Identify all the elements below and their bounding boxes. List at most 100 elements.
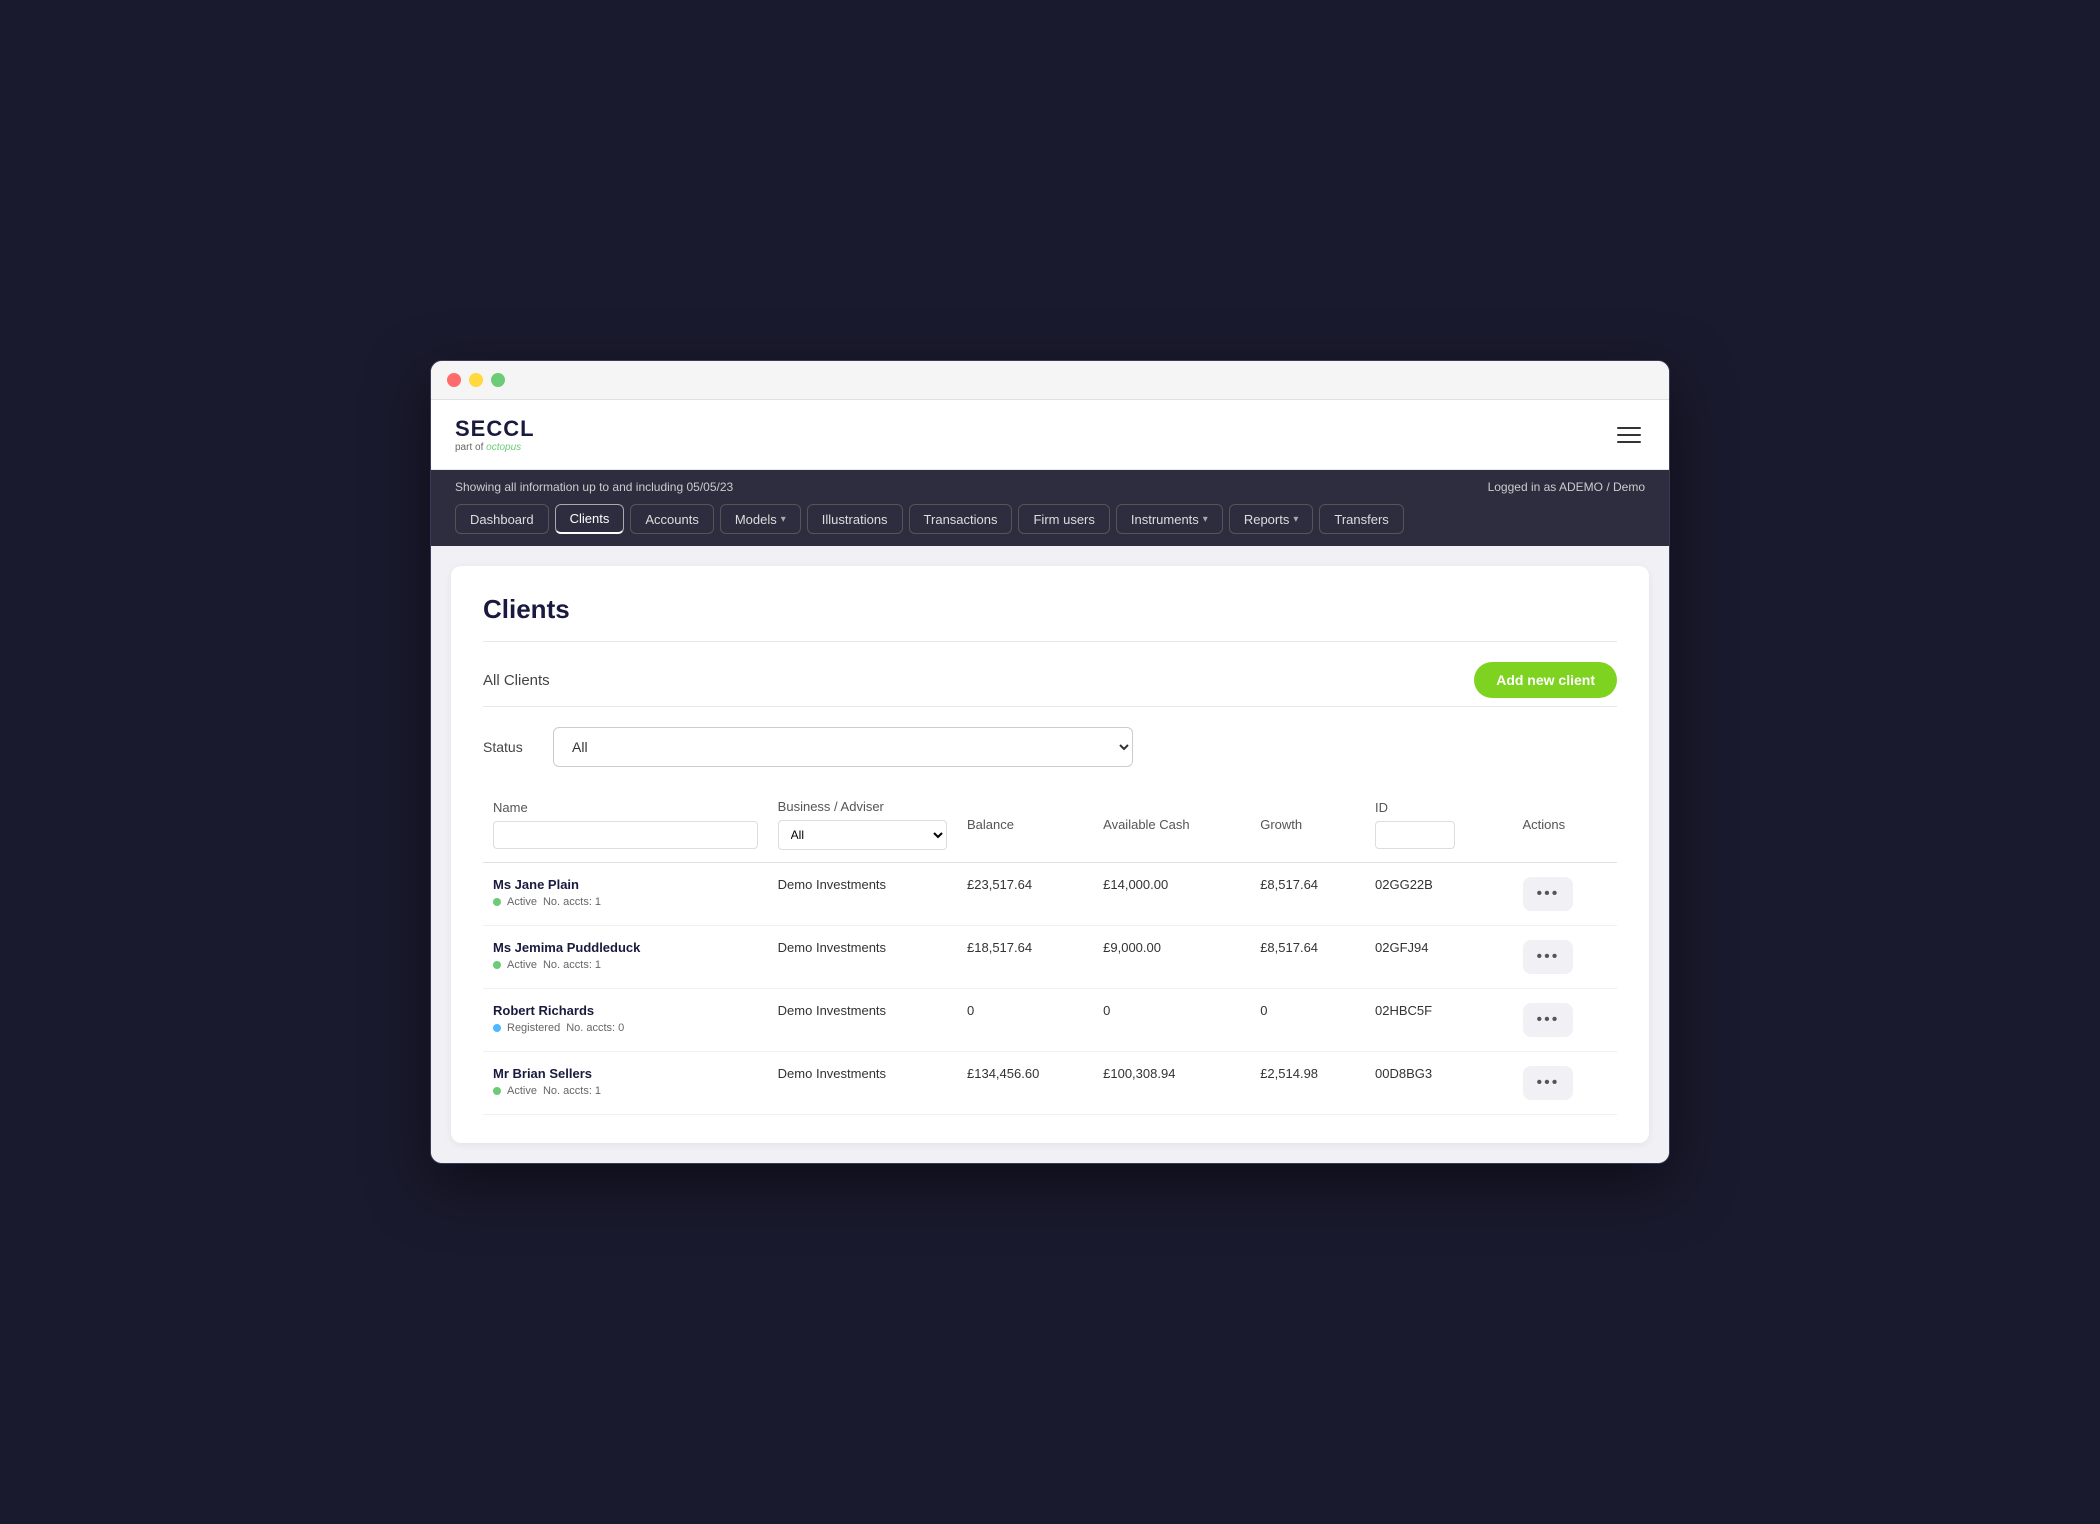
logo: SECCL part of octopus xyxy=(455,416,535,453)
actions-button[interactable]: ••• xyxy=(1523,1003,1574,1037)
cell-available-cash: £9,000.00 xyxy=(1093,926,1250,989)
status-dot xyxy=(493,898,501,906)
clients-card: Clients All Clients Add new client Statu… xyxy=(451,566,1649,1143)
nav-dashboard[interactable]: Dashboard xyxy=(455,504,549,534)
client-name-text: Mr Brian Sellers xyxy=(493,1066,758,1081)
hamburger-line xyxy=(1617,434,1641,436)
client-meta: Active No. accts: 1 xyxy=(493,896,758,908)
client-status: Active xyxy=(507,1085,537,1097)
section-label: All Clients xyxy=(483,672,550,689)
actions-button[interactable]: ••• xyxy=(1523,940,1574,974)
adviser-filter-select[interactable]: All xyxy=(778,820,947,850)
close-button[interactable] xyxy=(447,373,461,387)
card-header-row: All Clients Add new client xyxy=(483,662,1617,698)
divider2 xyxy=(483,706,1617,707)
cell-growth: £2,514.98 xyxy=(1250,1052,1365,1115)
hamburger-line xyxy=(1617,427,1641,429)
main-content: Clients All Clients Add new client Statu… xyxy=(431,546,1669,1163)
topbar-user: Logged in as ADEMO / Demo xyxy=(1488,480,1645,494)
cell-growth: £8,517.64 xyxy=(1250,926,1365,989)
col-adviser-label: Business / Adviser xyxy=(778,799,884,814)
maximize-button[interactable] xyxy=(491,373,505,387)
minimize-button[interactable] xyxy=(469,373,483,387)
nav-firm-users[interactable]: Firm users xyxy=(1018,504,1109,534)
actions-button[interactable]: ••• xyxy=(1523,1066,1574,1100)
cell-id: 00D8BG3 xyxy=(1365,1052,1513,1115)
nav-accounts[interactable]: Accounts xyxy=(630,504,713,534)
client-meta: Active No. accts: 1 xyxy=(493,1085,758,1097)
id-filter-input[interactable] xyxy=(1375,821,1455,849)
cell-available-cash: 0 xyxy=(1093,989,1250,1052)
clients-tbody: Ms Jane Plain Active No. accts: 1 Demo I… xyxy=(483,863,1617,1115)
client-name-text: Ms Jemima Puddleduck xyxy=(493,940,758,955)
chevron-down-icon: ▾ xyxy=(781,514,786,525)
actions-button[interactable]: ••• xyxy=(1523,877,1574,911)
app-header: SECCL part of octopus xyxy=(431,400,1669,470)
name-filter-input[interactable] xyxy=(493,821,758,849)
divider xyxy=(483,641,1617,642)
nav-instruments[interactable]: Instruments ▾ xyxy=(1116,504,1223,534)
col-available-cash: Available Cash xyxy=(1093,787,1250,863)
main-nav: Dashboard Clients Accounts Models ▾ Illu… xyxy=(431,504,1669,546)
nav-transactions[interactable]: Transactions xyxy=(909,504,1013,534)
cell-balance: £23,517.64 xyxy=(957,863,1093,926)
logo-brand: octopus xyxy=(486,442,521,453)
cell-growth: 0 xyxy=(1250,989,1365,1052)
cell-name: Mr Brian Sellers Active No. accts: 1 xyxy=(483,1052,768,1115)
logo-sub: part of octopus xyxy=(455,442,535,453)
table-row: Ms Jemima Puddleduck Active No. accts: 1… xyxy=(483,926,1617,989)
col-balance: Balance xyxy=(957,787,1093,863)
chevron-down-icon: ▾ xyxy=(1203,514,1208,525)
status-filter-select[interactable]: All Active Registered Inactive xyxy=(553,727,1133,767)
col-growth: Growth xyxy=(1250,787,1365,863)
col-name: Name xyxy=(483,787,768,863)
cell-adviser: Demo Investments xyxy=(768,926,957,989)
client-name-text: Robert Richards xyxy=(493,1003,758,1018)
nav-clients[interactable]: Clients xyxy=(555,504,625,534)
nav-models[interactable]: Models ▾ xyxy=(720,504,801,534)
page-title: Clients xyxy=(483,594,1617,625)
nav-reports[interactable]: Reports ▾ xyxy=(1229,504,1314,534)
titlebar xyxy=(431,361,1669,400)
status-dot xyxy=(493,1024,501,1032)
filter-section: Status All Active Registered Inactive xyxy=(483,727,1617,767)
add-new-client-button[interactable]: Add new client xyxy=(1474,662,1617,698)
client-accts: No. accts: 1 xyxy=(543,959,601,971)
filter-label: Status xyxy=(483,739,533,755)
cell-actions: ••• xyxy=(1513,989,1617,1052)
cell-balance: 0 xyxy=(957,989,1093,1052)
col-adviser: Business / Adviser All xyxy=(768,787,957,863)
clients-table-wrapper: Name Business / Adviser All Balance Avai… xyxy=(483,787,1617,1115)
cell-available-cash: £100,308.94 xyxy=(1093,1052,1250,1115)
client-status: Active xyxy=(507,959,537,971)
cell-actions: ••• xyxy=(1513,926,1617,989)
client-name-text: Ms Jane Plain xyxy=(493,877,758,892)
cell-adviser: Demo Investments xyxy=(768,863,957,926)
nav-transfers[interactable]: Transfers xyxy=(1319,504,1403,534)
client-status: Registered xyxy=(507,1022,560,1034)
menu-button[interactable] xyxy=(1613,423,1645,447)
hamburger-line xyxy=(1617,441,1641,443)
cell-balance: £134,456.60 xyxy=(957,1052,1093,1115)
table-header-row: Name Business / Adviser All Balance Avai… xyxy=(483,787,1617,863)
nav-illustrations[interactable]: Illustrations xyxy=(807,504,903,534)
cell-name: Ms Jemima Puddleduck Active No. accts: 1 xyxy=(483,926,768,989)
cell-id: 02GG22B xyxy=(1365,863,1513,926)
client-meta: Registered No. accts: 0 xyxy=(493,1022,758,1034)
cell-name: Ms Jane Plain Active No. accts: 1 xyxy=(483,863,768,926)
cell-adviser: Demo Investments xyxy=(768,989,957,1052)
logo-main: SECCL xyxy=(455,416,535,442)
app-window: SECCL part of octopus Showing all inform… xyxy=(430,360,1670,1164)
client-meta: Active No. accts: 1 xyxy=(493,959,758,971)
table-row: Mr Brian Sellers Active No. accts: 1 Dem… xyxy=(483,1052,1617,1115)
client-accts: No. accts: 1 xyxy=(543,1085,601,1097)
clients-table: Name Business / Adviser All Balance Avai… xyxy=(483,787,1617,1115)
cell-available-cash: £14,000.00 xyxy=(1093,863,1250,926)
col-id: ID xyxy=(1365,787,1513,863)
client-accts: No. accts: 1 xyxy=(543,896,601,908)
cell-id: 02GFJ94 xyxy=(1365,926,1513,989)
topbar-info: Showing all information up to and includ… xyxy=(455,480,733,494)
status-dot xyxy=(493,1087,501,1095)
cell-id: 02HBC5F xyxy=(1365,989,1513,1052)
col-id-label: ID xyxy=(1375,800,1388,815)
